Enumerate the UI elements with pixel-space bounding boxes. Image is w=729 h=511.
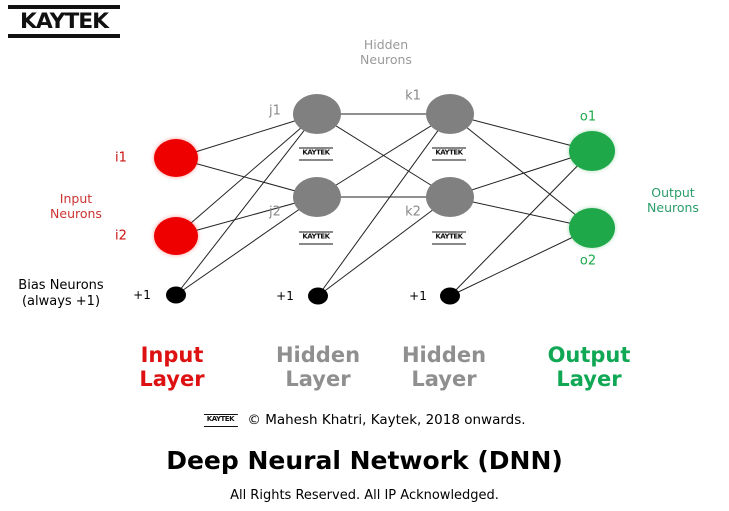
layer-title-output-line2: Layer [556,367,622,391]
page-title: Deep Neural Network (DNN) [166,446,563,475]
neuron-label-j2: j2 [269,204,281,220]
layer-title-hidden-2: Hidden Layer [402,343,486,391]
output-neurons-caption-line2: Neurons [647,200,699,215]
layer-title-output-line1: Output [547,343,631,367]
network-edges [175,113,593,297]
rights-text: All Rights Reserved. All IP Acknowledged… [230,488,499,503]
neuron-label-k2: k2 [405,204,421,220]
layer-title-hidden-2-line2: Layer [411,367,477,391]
neuron-label-j1: j1 [269,103,281,119]
layer-title-input: Input Layer [139,343,204,391]
neuron-i2[interactable] [154,217,198,255]
watermark-j1: KAYTEK [299,147,333,161]
neuron-label-bias-1: +1 [133,288,151,302]
layer-title-hidden-2-line1: Hidden [401,343,487,367]
watermark-copyright: KAYTEK [203,413,238,427]
neuron-label-k1: k1 [405,88,421,104]
neuron-label-o1: o1 [579,109,597,125]
layer-title-hidden-1-line2: Layer [285,367,351,391]
neuron-o2[interactable] [569,208,615,248]
output-neurons-caption: Output Neurons [647,185,699,215]
layer-title-hidden-1: Hidden Layer [276,343,360,391]
neuron-j1[interactable] [293,94,341,134]
copyright-text: © Mahesh Khatri, Kaytek, 2018 onwards. [247,412,526,428]
neuron-j2[interactable] [293,177,341,217]
hidden-neurons-caption-line1: Hidden [363,37,409,52]
neuron-bias-1[interactable] [166,286,186,304]
watermark-j2-text: KAYTEK [302,232,330,241]
layer-title-input-line1: Input [140,343,204,367]
hidden-neurons-caption: Hidden Neurons [360,37,412,67]
neuron-bias-3[interactable] [440,287,460,305]
neuron-i1[interactable] [154,139,198,177]
input-neurons-caption: Input Neurons [50,191,102,221]
bias-neurons-caption-line2: (always +1) [21,294,101,309]
neuron-label-bias-2: +1 [276,289,294,303]
layer-title-input-line2: Layer [139,367,205,391]
watermark-j1-text: KAYTEK [302,148,330,157]
hidden-neurons-caption-line2: Neurons [360,52,412,67]
neuron-label-i1: i1 [115,150,127,166]
watermark-copyright-text: KAYTEK [206,414,235,423]
neuron-k2[interactable] [426,177,474,217]
neuron-label-o2: o2 [579,253,597,269]
neuron-label-i2: i2 [115,228,127,244]
output-neurons-caption-line1: Output [651,185,695,200]
input-neurons-caption-line1: Input [59,191,93,206]
layer-title-output: Output Layer [548,343,631,391]
watermark-j2: KAYTEK [299,231,333,245]
neuron-bias-2[interactable] [308,287,328,305]
bias-neurons-caption-line1: Bias Neurons [18,278,104,293]
watermark-k1: KAYTEK [432,147,466,161]
watermark-k2: KAYTEK [432,231,466,245]
input-neurons-caption-line2: Neurons [50,206,102,221]
copyright-row: KAYTEK © Mahesh Khatri, Kaytek, 2018 onw… [203,412,526,428]
bias-neurons-caption: Bias Neurons (always +1) [18,278,103,310]
neuron-o1[interactable] [569,131,615,171]
watermark-k1-text: KAYTEK [435,148,463,157]
layer-title-hidden-1-line1: Hidden [275,343,361,367]
neuron-label-bias-3: +1 [409,289,427,303]
neuron-k1[interactable] [426,94,474,134]
diagram-canvas: KAYTEK Hidden Neurons i1 i2 Input Neuron… [0,0,729,511]
watermark-k2-text: KAYTEK [435,232,463,241]
